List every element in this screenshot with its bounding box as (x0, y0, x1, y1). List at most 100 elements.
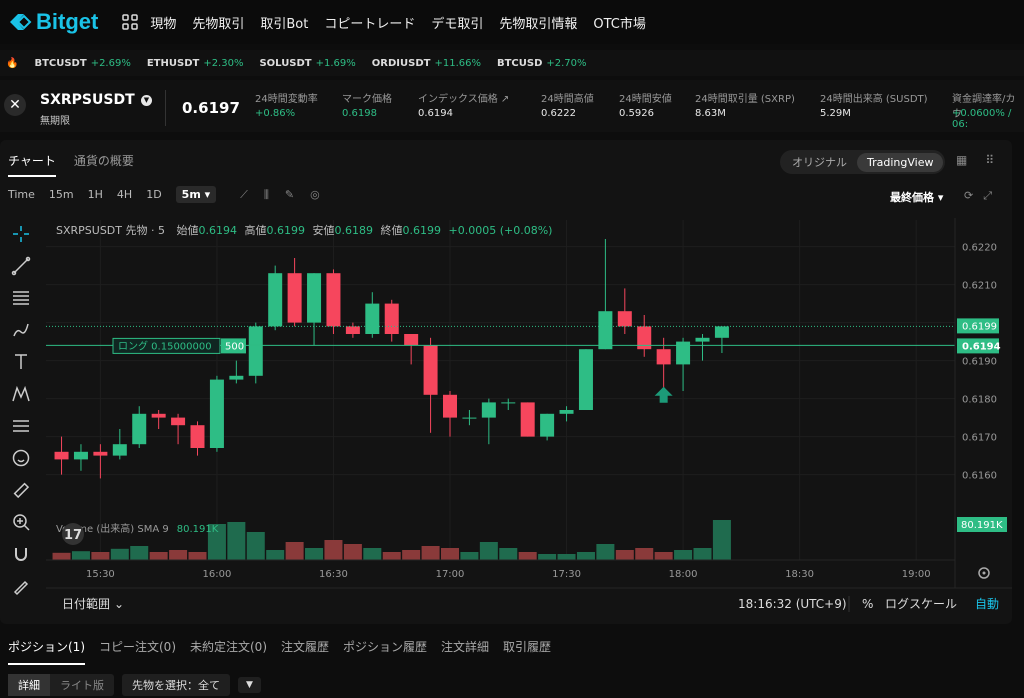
tab-open-orders[interactable]: 未約定注文(0) (190, 638, 267, 665)
tv-logo: 17 (62, 523, 84, 545)
candle-body (54, 451, 69, 460)
tab-positions[interactable]: ポジション(1) (8, 638, 85, 665)
price-chart[interactable]: SXRPSUSDT 先物 · 5 始値0.6194 高値0.6199 安値0.6… (0, 0, 1024, 640)
candle-body (326, 273, 341, 327)
svg-text:ロング 0.15000000: ロング 0.15000000 (118, 339, 212, 352)
candle-body (171, 417, 186, 426)
date-range-button[interactable]: 日付範囲 ⌄ (62, 596, 124, 611)
price-tick: 0.6170 (962, 433, 997, 444)
volume-bar (91, 552, 110, 560)
futures-filter-select[interactable]: 先物を選択：全て (122, 674, 230, 696)
candle-body (190, 425, 205, 448)
time-tick: 16:00 (203, 569, 232, 580)
candle-body (443, 394, 457, 418)
candle-body (268, 273, 283, 327)
volume-bar (305, 548, 324, 560)
price-badge-position: 0.6194 (957, 338, 1001, 354)
position-filters: 詳細 ライト版 先物を選択：全て ▼ (8, 674, 261, 696)
volume-bar (188, 552, 207, 560)
volume-bar (169, 550, 188, 560)
candle-body (229, 375, 244, 380)
volume-bar (460, 552, 479, 560)
candle-body (520, 402, 535, 437)
position-tabs: ポジション(1) コピー注文(0) 未約定注文(0) 注文履歴 ポジション履歴 … (8, 638, 551, 665)
candle-body (307, 273, 322, 323)
volume-bar (576, 552, 595, 560)
position-tag[interactable]: ロング 0.15000000 500 (112, 337, 246, 354)
chart-legend: SXRPSUSDT 先物 · 5 始値0.6194 高値0.6199 安値0.6… (56, 223, 552, 237)
volume-bar (130, 546, 149, 560)
volume-bar (246, 532, 265, 560)
view-detail[interactable]: 詳細 (8, 674, 50, 696)
candle-body (112, 444, 127, 456)
volume-bar (538, 554, 557, 560)
price-badge-last: 0.6199 (957, 318, 999, 334)
tab-order-details[interactable]: 注文詳細 (441, 638, 489, 665)
view-lite[interactable]: ライト版 (50, 674, 114, 696)
candle-body (462, 417, 477, 419)
tab-trade-history[interactable]: 取引履歴 (503, 638, 551, 665)
svg-text:500: 500 (225, 341, 244, 352)
svg-text:0.6194: 0.6194 (962, 341, 1001, 352)
time-tick: 15:30 (86, 569, 115, 580)
tab-copy-orders[interactable]: コピー注文(0) (99, 638, 176, 665)
axis-settings-icon[interactable] (978, 567, 990, 579)
clock: 18:16:32 (UTC+9) (738, 597, 847, 611)
volume-bar (324, 540, 343, 560)
candle-body (345, 326, 360, 334)
candle-body (209, 379, 224, 448)
volume-bar (635, 548, 654, 560)
volume-bar (343, 544, 362, 560)
auto-scale-toggle[interactable]: 自動 (975, 597, 999, 611)
candle-body (559, 410, 574, 414)
price-axis: 0.6220 0.6210 0.6190 0.6180 0.6170 0.6160 (962, 243, 997, 482)
time-tick: 17:30 (552, 569, 581, 580)
candle-body (423, 345, 438, 395)
chart-grid (46, 218, 955, 560)
volume-bar (557, 554, 576, 560)
candle-body (132, 413, 147, 445)
legend-title: SXRPSUSDT 先物 · 5 (56, 223, 165, 237)
candle-body (695, 337, 710, 342)
svg-text:0.6199: 0.6199 (962, 321, 997, 332)
volume-bar (285, 542, 304, 560)
candle-body (151, 413, 166, 418)
candle-body (578, 349, 593, 410)
candle-body (384, 303, 399, 334)
price-tick: 0.6160 (962, 471, 997, 482)
chevron-down-icon[interactable]: ▼ (238, 677, 261, 693)
tab-order-history[interactable]: 注文履歴 (281, 638, 329, 665)
time-tick: 17:00 (436, 569, 465, 580)
time-tick: 19:00 (902, 569, 931, 580)
volume-bar (441, 548, 459, 560)
price-tick: 0.6180 (962, 395, 997, 406)
volume-bar (712, 520, 731, 560)
view-mode-toggle: 詳細 ライト版 (8, 674, 114, 696)
candle-body (540, 413, 555, 437)
volume-bar (693, 548, 712, 560)
time-axis: 15:30 16:00 16:30 17:00 17:30 18:00 18:30 19:00 (86, 569, 931, 580)
volume-bar (110, 548, 129, 560)
svg-text:80.191K: 80.191K (961, 520, 1003, 531)
price-tick: 0.6210 (962, 281, 997, 292)
volume-bar (227, 522, 246, 560)
volume-bar (499, 548, 518, 560)
candle-body (501, 402, 516, 404)
time-tick: 18:00 (669, 569, 698, 580)
volume-bar (674, 550, 693, 560)
price-tick: 0.6220 (962, 243, 997, 254)
candle-body (598, 311, 613, 350)
volume-bar (266, 550, 285, 560)
candle-body (365, 303, 380, 334)
volume-bar (52, 552, 71, 560)
tab-position-history[interactable]: ポジション履歴 (343, 638, 427, 665)
volume-bar (363, 548, 382, 560)
candle-body (481, 402, 496, 418)
volume-bar (71, 551, 90, 560)
time-tick: 18:30 (785, 569, 814, 580)
candle-body (287, 273, 302, 323)
percent-toggle[interactable]: % (862, 597, 873, 611)
volume-bar (382, 552, 401, 560)
candle-body (617, 311, 632, 327)
log-scale-toggle[interactable]: ログスケール (885, 597, 957, 611)
